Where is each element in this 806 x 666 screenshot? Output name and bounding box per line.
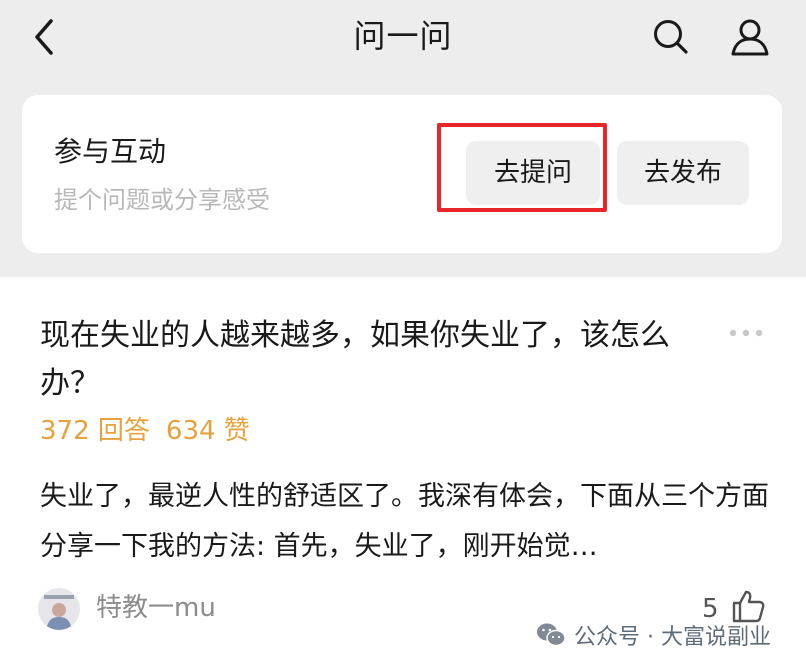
like-total: 634 赞 — [165, 416, 250, 446]
search-icon — [654, 20, 688, 54]
top-area: 问一问 参与互动 提个问题或分享感受 去提问 去发布 — [0, 0, 806, 277]
answer-count: 372 回答 — [40, 416, 150, 446]
more-options-button[interactable] — [726, 318, 766, 348]
publish-button[interactable]: 去发布 — [617, 141, 749, 205]
watermark: 公众号 · 大富说副业 — [536, 618, 771, 652]
user-icon — [731, 19, 769, 56]
avatar-image — [38, 588, 80, 630]
engage-title: 参与互动 — [54, 135, 167, 168]
post-title[interactable]: 现在失业的人越来越多，如果你失业了，该怎么办？ — [40, 312, 720, 408]
more-icon — [729, 329, 763, 337]
avatar[interactable] — [38, 588, 80, 630]
search-button[interactable] — [646, 12, 696, 62]
post-stats: 372 回答 634 赞 — [40, 413, 250, 449]
author-name[interactable]: 特教一mu — [96, 590, 216, 626]
engage-card: 参与互动 提个问题或分享感受 去提问 去发布 — [22, 95, 782, 253]
wechat-icon — [537, 623, 566, 647]
watermark-text: 公众号 · 大富说副业 — [574, 625, 771, 650]
post-excerpt[interactable]: 失业了，最逆人性的舒适区了。我深有体会，下面从三个方面分享一下我的方法: 首先，… — [40, 472, 770, 572]
profile-button[interactable] — [724, 12, 776, 62]
ask-question-button[interactable]: 去提问 — [466, 141, 600, 205]
engage-subtitle: 提个问题或分享感受 — [54, 186, 270, 214]
